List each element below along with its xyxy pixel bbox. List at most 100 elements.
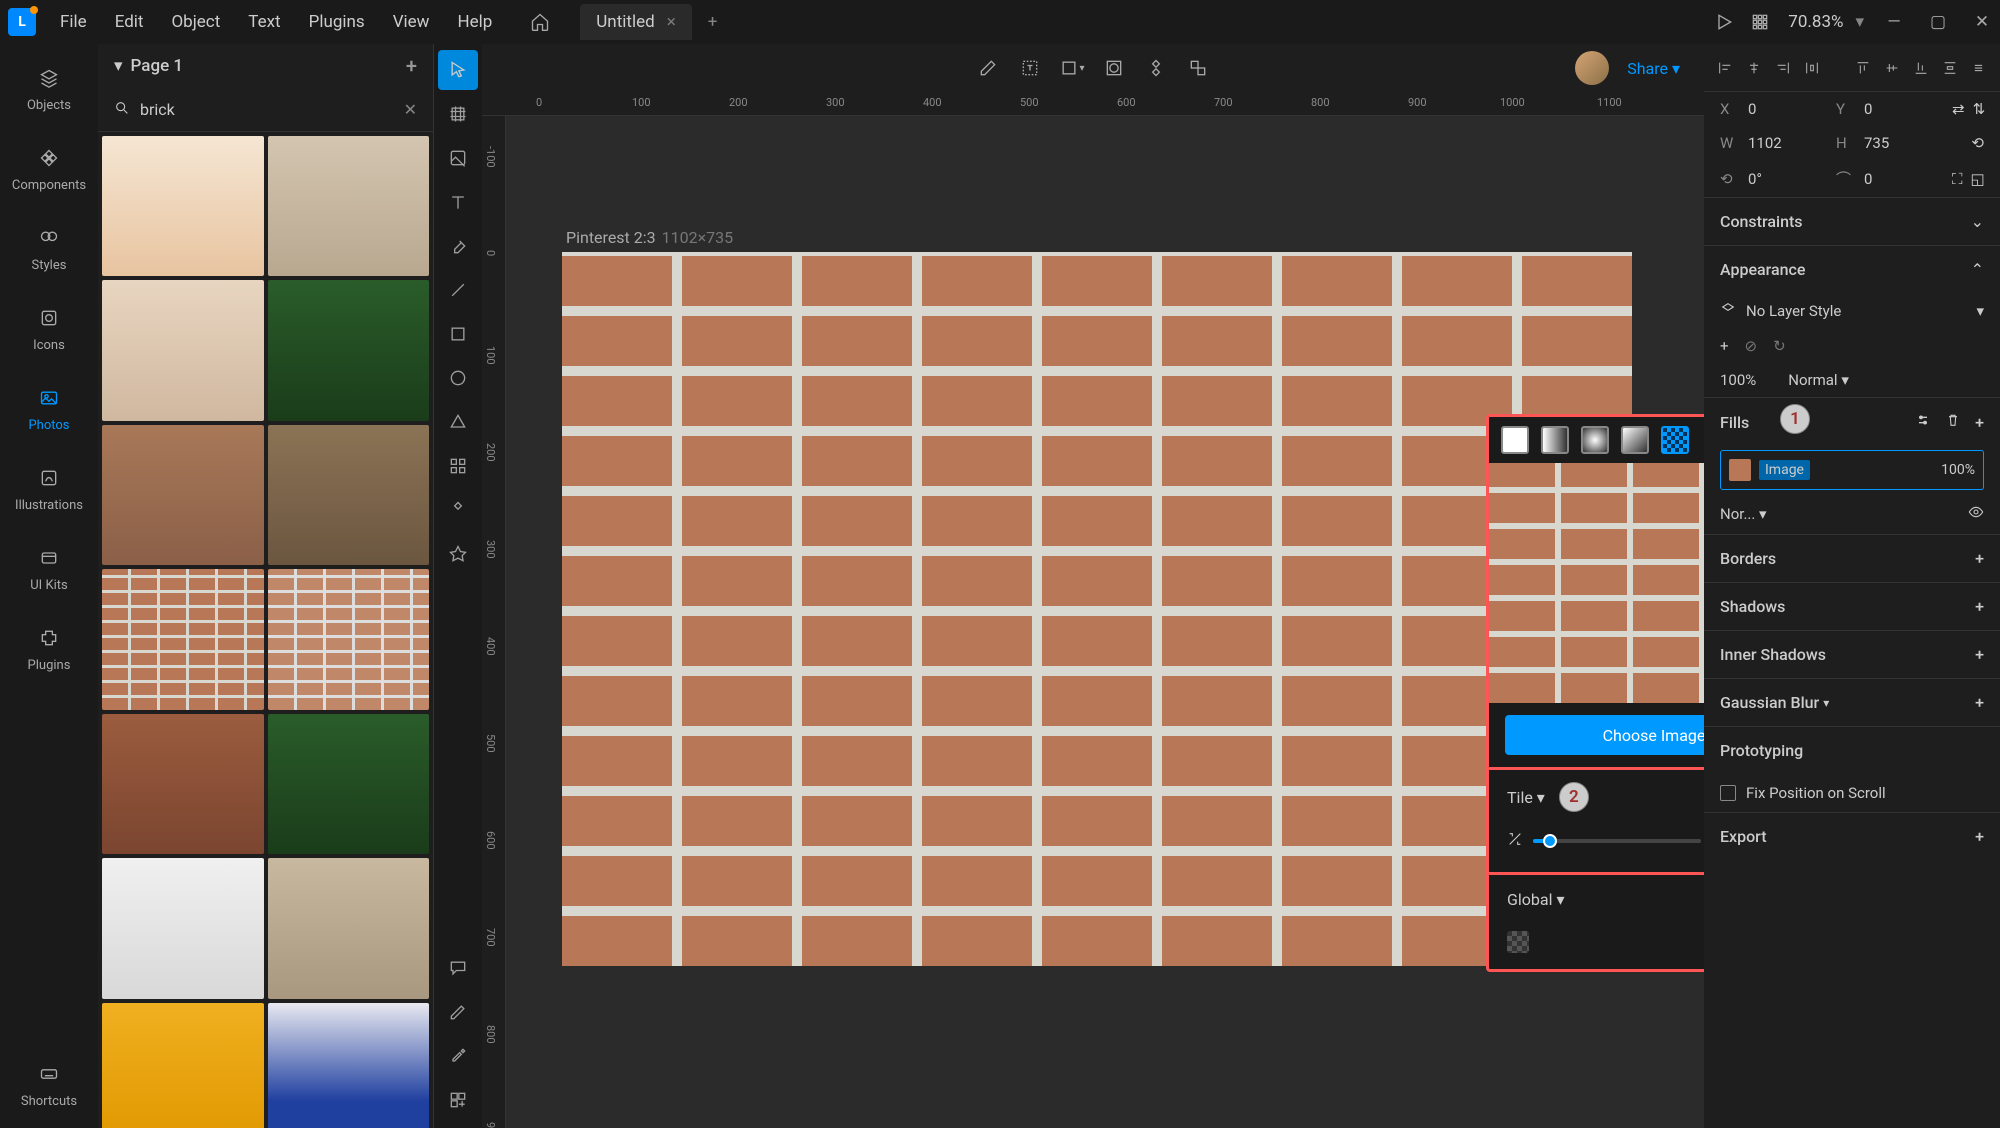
- tool-frame[interactable]: [438, 94, 478, 134]
- x-value[interactable]: 0: [1748, 100, 1756, 118]
- photo-thumb[interactable]: [268, 425, 430, 565]
- user-avatar[interactable]: [1575, 51, 1609, 85]
- distribute-v-icon[interactable]: [1940, 52, 1959, 84]
- window-maximize-icon[interactable]: ▢: [1928, 12, 1948, 32]
- align-icon[interactable]: [1140, 52, 1172, 84]
- zoom-chevron-icon[interactable]: ▾: [1855, 12, 1864, 32]
- zoom-level[interactable]: 70.83%: [1788, 12, 1843, 32]
- align-right-icon[interactable]: [1774, 52, 1793, 84]
- share-button[interactable]: Share ▾: [1619, 55, 1688, 82]
- global-colors-dropdown[interactable]: Global ▾: [1507, 890, 1565, 909]
- window-close-icon[interactable]: ✕: [1972, 12, 1992, 32]
- layer-style-dropdown[interactable]: No Layer Style: [1746, 302, 1841, 320]
- align-center-v-icon[interactable]: [1882, 52, 1901, 84]
- tool-ellipse[interactable]: [438, 358, 478, 398]
- fills-settings-icon[interactable]: [1915, 412, 1931, 432]
- tool-comment[interactable]: [438, 948, 478, 988]
- add-icon[interactable]: +: [1975, 827, 1984, 846]
- play-icon[interactable]: [1708, 6, 1740, 38]
- edit-tool-icon[interactable]: [972, 52, 1004, 84]
- fill-tab-solid[interactable]: [1501, 426, 1529, 454]
- lock-aspect-icon[interactable]: ⟲: [1971, 134, 1984, 152]
- tool-image[interactable]: [438, 138, 478, 178]
- tool-more[interactable]: [438, 1080, 478, 1120]
- tool-buttons[interactable]: [438, 446, 478, 486]
- fills-delete-icon[interactable]: [1945, 412, 1961, 432]
- fit-icon[interactable]: ⛶: [1952, 170, 1963, 188]
- flip-v-icon[interactable]: ⇅: [1973, 100, 1986, 118]
- add-icon[interactable]: +: [1975, 645, 1984, 664]
- add-style-icon[interactable]: +: [1720, 337, 1729, 355]
- fill-swatch[interactable]: [1729, 459, 1751, 481]
- menu-view[interactable]: View: [381, 6, 442, 38]
- rail-icons[interactable]: Icons: [9, 292, 89, 364]
- tool-rectangle[interactable]: [438, 314, 478, 354]
- corner-value[interactable]: 0: [1864, 170, 1872, 188]
- mask-icon[interactable]: [1098, 52, 1130, 84]
- fill-tab-radial[interactable]: [1581, 426, 1609, 454]
- artboard[interactable]: [562, 252, 1632, 966]
- rail-shortcuts[interactable]: Shortcuts: [9, 1048, 89, 1120]
- fill-tab-angular[interactable]: [1621, 426, 1649, 454]
- distribute-h-icon[interactable]: [1803, 52, 1822, 84]
- photo-thumb[interactable]: [102, 280, 264, 420]
- text-box-icon[interactable]: [1014, 52, 1046, 84]
- tool-component[interactable]: [438, 490, 478, 530]
- scale-slider[interactable]: [1533, 839, 1701, 843]
- fill-tab-image[interactable]: [1661, 426, 1689, 454]
- y-value[interactable]: 0: [1864, 100, 1872, 118]
- choose-image-button[interactable]: Choose Image: [1505, 715, 1704, 755]
- borders-section[interactable]: Borders+: [1704, 534, 2000, 582]
- tool-pen[interactable]: [438, 226, 478, 266]
- menu-text[interactable]: Text: [236, 6, 292, 38]
- tool-polygon[interactable]: [438, 402, 478, 442]
- width-value[interactable]: 1102: [1748, 134, 1782, 152]
- tool-line[interactable]: [438, 270, 478, 310]
- gaussian-blur-section[interactable]: Gaussian Blur ▾+: [1704, 678, 2000, 726]
- add-icon[interactable]: +: [1975, 693, 1984, 712]
- rail-components[interactable]: Components: [9, 132, 89, 204]
- add-icon[interactable]: +: [1975, 597, 1984, 616]
- photo-thumb[interactable]: [102, 136, 264, 276]
- photo-thumb[interactable]: [102, 1003, 264, 1128]
- fills-section[interactable]: Fills + 1: [1704, 397, 2000, 446]
- add-icon[interactable]: +: [1975, 549, 1984, 568]
- align-bottom-icon[interactable]: [1911, 52, 1930, 84]
- rail-plugins[interactable]: Plugins: [9, 612, 89, 684]
- tile-mode-dropdown[interactable]: Tile ▾: [1507, 788, 1545, 807]
- tool-hotspot[interactable]: [438, 534, 478, 574]
- clip-icon[interactable]: ◱: [1971, 170, 1985, 188]
- fill-swatch-icon[interactable]: ▾: [1056, 52, 1088, 84]
- photo-thumb[interactable]: [268, 1003, 430, 1128]
- photo-thumb[interactable]: [102, 425, 264, 565]
- tool-text[interactable]: [438, 182, 478, 222]
- grid-icon[interactable]: [1744, 6, 1776, 38]
- menu-edit[interactable]: Edit: [103, 6, 156, 38]
- photo-thumb[interactable]: [102, 858, 264, 998]
- align-top-icon[interactable]: [1853, 52, 1872, 84]
- menu-object[interactable]: Object: [159, 6, 232, 38]
- inner-shadows-section[interactable]: Inner Shadows+: [1704, 630, 2000, 678]
- new-tab-button[interactable]: +: [696, 6, 730, 38]
- rail-uikits[interactable]: UI Kits: [9, 532, 89, 604]
- opacity-value[interactable]: 100%: [1720, 371, 1756, 389]
- photo-thumb[interactable]: [268, 280, 430, 420]
- align-left-icon[interactable]: [1716, 52, 1735, 84]
- artboard-label[interactable]: Pinterest 2:31102×735: [566, 228, 733, 247]
- rail-objects[interactable]: Objects: [9, 52, 89, 124]
- detach-style-icon[interactable]: ⊘: [1745, 337, 1758, 355]
- add-page-icon[interactable]: +: [406, 54, 417, 78]
- tool-eyedropper[interactable]: [438, 1036, 478, 1076]
- tool-slice[interactable]: [438, 992, 478, 1032]
- fill-preview[interactable]: [1489, 463, 1704, 703]
- fill-visibility-icon[interactable]: [1968, 504, 1984, 524]
- photo-thumb[interactable]: [268, 714, 430, 854]
- rail-illustrations[interactable]: Illustrations: [9, 452, 89, 524]
- menu-file[interactable]: File: [48, 6, 99, 38]
- fill-opacity[interactable]: 100%: [1941, 462, 1975, 478]
- fill-tab-linear[interactable]: [1541, 426, 1569, 454]
- blend-mode-dropdown[interactable]: Normal ▾: [1788, 371, 1849, 389]
- clear-search-icon[interactable]: ✕: [404, 100, 417, 119]
- appearance-section[interactable]: Appearance⌃: [1704, 245, 2000, 293]
- export-section[interactable]: Export+: [1704, 812, 2000, 860]
